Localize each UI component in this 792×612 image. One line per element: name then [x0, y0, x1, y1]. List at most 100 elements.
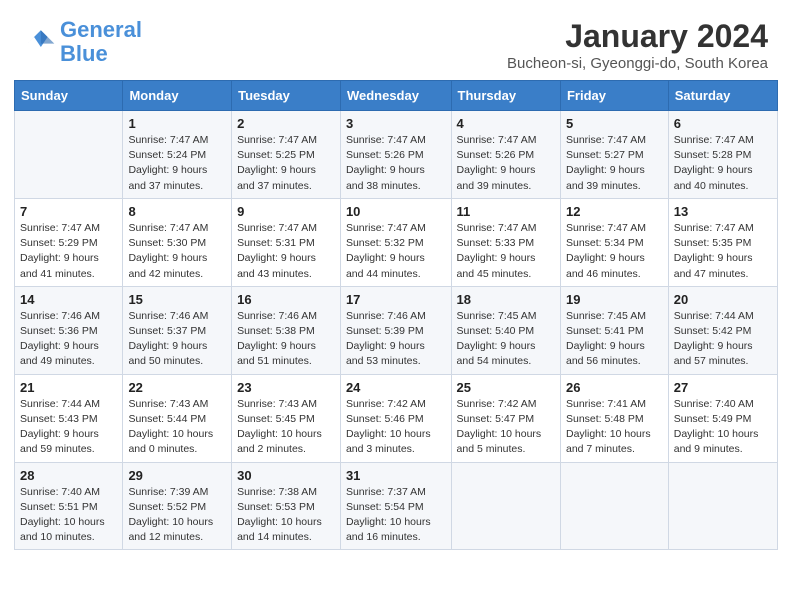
- calendar-cell: 23 Sunrise: 7:43 AMSunset: 5:45 PMDayligh…: [232, 374, 341, 462]
- month-year-title: January 2024: [507, 18, 768, 55]
- calendar-cell: 25Sunrise: 7:42 AMSunset: 5:47 PMDayligh…: [451, 374, 560, 462]
- day-info: Sunrise: 7:47 AMSunset: 5:33 PMDaylight:…: [457, 221, 555, 282]
- calendar-wrap: SundayMondayTuesdayWednesdayThursdayFrid…: [0, 80, 792, 564]
- location-subtitle: Bucheon-si, Gyeonggi-do, South Korea: [507, 55, 768, 72]
- calendar-cell: 27Sunrise: 7:40 AMSunset: 5:49 PMDayligh…: [668, 374, 777, 462]
- calendar-cell: 29 Sunrise: 7:39 AMSunset: 5:52 PMDayligh…: [123, 462, 232, 550]
- day-info: Sunrise: 7:41 AMSunset: 5:48 PMDaylight:…: [566, 397, 663, 458]
- calendar-cell: 13 Sunrise: 7:47 AMSunset: 5:35 PMDayligh…: [668, 198, 777, 286]
- day-number: 30: [237, 468, 335, 483]
- calendar-cell: 12 Sunrise: 7:47 AMSunset: 5:34 PMDayligh…: [560, 198, 668, 286]
- calendar-cell: 10Sunrise: 7:47 AMSunset: 5:32 PMDayligh…: [340, 198, 451, 286]
- day-number: 1: [128, 116, 226, 131]
- logo-general: General: [60, 17, 142, 42]
- day-number: 17: [346, 292, 446, 307]
- title-block: January 2024 Bucheon-si, Gyeonggi-do, So…: [507, 18, 768, 72]
- day-info: Sunrise: 7:45 AMSunset: 5:41 PMDaylight:…: [566, 309, 663, 370]
- logo-text-block: General Blue: [60, 18, 142, 66]
- week-row-5: 28 Sunrise: 7:40 AMSunset: 5:51 PMDayligh…: [15, 462, 778, 550]
- day-info: Sunrise: 7:47 AMSunset: 5:24 PMDaylight:…: [128, 133, 226, 194]
- weekday-row: SundayMondayTuesdayWednesdayThursdayFrid…: [15, 81, 778, 111]
- day-number: 13: [674, 204, 772, 219]
- calendar-table: SundayMondayTuesdayWednesdayThursdayFrid…: [14, 80, 778, 550]
- calendar-cell: 5 Sunrise: 7:47 AMSunset: 5:27 PMDaylight…: [560, 111, 668, 199]
- day-number: 15: [128, 292, 226, 307]
- day-info: Sunrise: 7:42 AMSunset: 5:46 PMDaylight:…: [346, 397, 446, 458]
- day-number: 26: [566, 380, 663, 395]
- calendar-cell: 11Sunrise: 7:47 AMSunset: 5:33 PMDayligh…: [451, 198, 560, 286]
- day-info: Sunrise: 7:44 AMSunset: 5:42 PMDaylight:…: [674, 309, 772, 370]
- day-info: Sunrise: 7:47 AMSunset: 5:25 PMDaylight:…: [237, 133, 335, 194]
- day-number: 21: [20, 380, 117, 395]
- day-info: Sunrise: 7:37 AMSunset: 5:54 PMDaylight:…: [346, 485, 446, 546]
- day-number: 24: [346, 380, 446, 395]
- calendar-cell: 2 Sunrise: 7:47 AMSunset: 5:25 PMDaylight…: [232, 111, 341, 199]
- day-info: Sunrise: 7:46 AMSunset: 5:36 PMDaylight:…: [20, 309, 117, 370]
- day-info: Sunrise: 7:46 AMSunset: 5:37 PMDaylight:…: [128, 309, 226, 370]
- day-number: 5: [566, 116, 663, 131]
- calendar-cell: 3 Sunrise: 7:47 AMSunset: 5:26 PMDaylight…: [340, 111, 451, 199]
- day-number: 18: [457, 292, 555, 307]
- day-number: 8: [128, 204, 226, 219]
- day-info: Sunrise: 7:43 AMSunset: 5:45 PMDaylight:…: [237, 397, 335, 458]
- day-number: 20: [674, 292, 772, 307]
- day-info: Sunrise: 7:40 AMSunset: 5:49 PMDaylight:…: [674, 397, 772, 458]
- calendar-cell: 4Sunrise: 7:47 AMSunset: 5:26 PMDaylight…: [451, 111, 560, 199]
- day-info: Sunrise: 7:40 AMSunset: 5:51 PMDaylight:…: [20, 485, 117, 546]
- day-info: Sunrise: 7:47 AMSunset: 5:35 PMDaylight:…: [674, 221, 772, 282]
- day-info: Sunrise: 7:46 AMSunset: 5:38 PMDaylight:…: [237, 309, 335, 370]
- weekday-header-saturday: Saturday: [668, 81, 777, 111]
- day-number: 6: [674, 116, 772, 131]
- logo-text: General Blue: [60, 18, 142, 66]
- calendar-cell: 28 Sunrise: 7:40 AMSunset: 5:51 PMDayligh…: [15, 462, 123, 550]
- weekday-header-wednesday: Wednesday: [340, 81, 451, 111]
- week-row-1: 1 Sunrise: 7:47 AMSunset: 5:24 PMDaylight…: [15, 111, 778, 199]
- calendar-header: SundayMondayTuesdayWednesdayThursdayFrid…: [15, 81, 778, 111]
- day-info: Sunrise: 7:47 AMSunset: 5:26 PMDaylight:…: [346, 133, 446, 194]
- calendar-cell: [451, 462, 560, 550]
- day-number: 16: [237, 292, 335, 307]
- day-info: Sunrise: 7:47 AMSunset: 5:29 PMDaylight:…: [20, 221, 117, 282]
- calendar-cell: 6 Sunrise: 7:47 AMSunset: 5:28 PMDaylight…: [668, 111, 777, 199]
- day-info: Sunrise: 7:43 AMSunset: 5:44 PMDaylight:…: [128, 397, 226, 458]
- weekday-header-sunday: Sunday: [15, 81, 123, 111]
- day-info: Sunrise: 7:47 AMSunset: 5:34 PMDaylight:…: [566, 221, 663, 282]
- calendar-cell: 19 Sunrise: 7:45 AMSunset: 5:41 PMDayligh…: [560, 286, 668, 374]
- day-info: Sunrise: 7:47 AMSunset: 5:27 PMDaylight:…: [566, 133, 663, 194]
- calendar-cell: 18 Sunrise: 7:45 AMSunset: 5:40 PMDayligh…: [451, 286, 560, 374]
- day-info: Sunrise: 7:47 AMSunset: 5:28 PMDaylight:…: [674, 133, 772, 194]
- calendar-cell: 9Sunrise: 7:47 AMSunset: 5:31 PMDaylight…: [232, 198, 341, 286]
- calendar-cell: 7Sunrise: 7:47 AMSunset: 5:29 PMDaylight…: [15, 198, 123, 286]
- day-number: 19: [566, 292, 663, 307]
- day-number: 4: [457, 116, 555, 131]
- day-info: Sunrise: 7:38 AMSunset: 5:53 PMDaylight:…: [237, 485, 335, 546]
- calendar-cell: [560, 462, 668, 550]
- day-number: 12: [566, 204, 663, 219]
- weekday-header-tuesday: Tuesday: [232, 81, 341, 111]
- calendar-cell: 14 Sunrise: 7:46 AMSunset: 5:36 PMDayligh…: [15, 286, 123, 374]
- day-number: 14: [20, 292, 117, 307]
- day-info: Sunrise: 7:42 AMSunset: 5:47 PMDaylight:…: [457, 397, 555, 458]
- calendar-cell: 1 Sunrise: 7:47 AMSunset: 5:24 PMDaylight…: [123, 111, 232, 199]
- day-info: Sunrise: 7:45 AMSunset: 5:40 PMDaylight:…: [457, 309, 555, 370]
- page-header: General Blue January 2024 Bucheon-si, Gy…: [0, 0, 792, 80]
- day-number: 29: [128, 468, 226, 483]
- day-info: Sunrise: 7:39 AMSunset: 5:52 PMDaylight:…: [128, 485, 226, 546]
- logo-blue: Blue: [60, 41, 108, 66]
- day-number: 2: [237, 116, 335, 131]
- day-number: 10: [346, 204, 446, 219]
- calendar-cell: 16 Sunrise: 7:46 AMSunset: 5:38 PMDayligh…: [232, 286, 341, 374]
- weekday-header-thursday: Thursday: [451, 81, 560, 111]
- calendar-cell: 17Sunrise: 7:46 AMSunset: 5:39 PMDayligh…: [340, 286, 451, 374]
- page-container: General Blue January 2024 Bucheon-si, Gy…: [0, 0, 792, 564]
- day-number: 28: [20, 468, 117, 483]
- week-row-2: 7Sunrise: 7:47 AMSunset: 5:29 PMDaylight…: [15, 198, 778, 286]
- day-number: 31: [346, 468, 446, 483]
- calendar-cell: 22 Sunrise: 7:43 AMSunset: 5:44 PMDayligh…: [123, 374, 232, 462]
- day-info: Sunrise: 7:47 AMSunset: 5:31 PMDaylight:…: [237, 221, 335, 282]
- logo: General Blue: [24, 18, 142, 66]
- calendar-cell: 31 Sunrise: 7:37 AMSunset: 5:54 PMDayligh…: [340, 462, 451, 550]
- day-number: 22: [128, 380, 226, 395]
- day-number: 3: [346, 116, 446, 131]
- day-number: 23: [237, 380, 335, 395]
